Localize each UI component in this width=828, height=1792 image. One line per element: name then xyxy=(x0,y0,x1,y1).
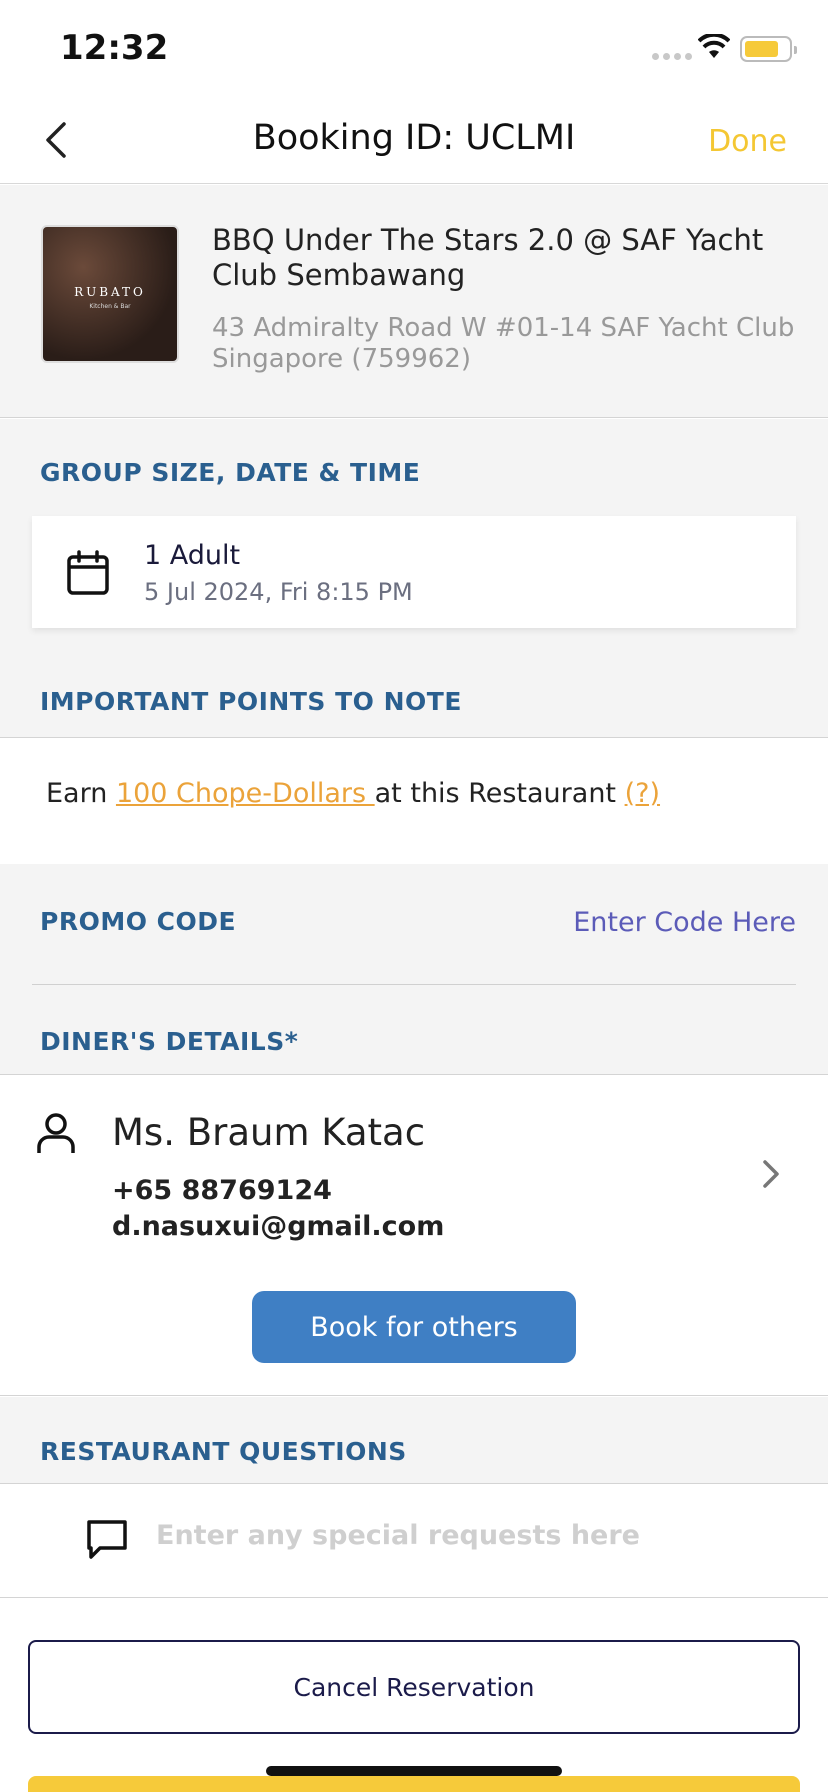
questions-heading: RESTAURANT QUESTIONS xyxy=(40,1437,407,1466)
diner-heading: DINER'S DETAILS* xyxy=(40,1027,299,1056)
earn-suffix: at this Restaurant xyxy=(374,778,625,809)
chat-bubble-icon xyxy=(86,1518,128,1565)
diner-phone: +65 88769124 xyxy=(112,1175,332,1206)
notes-heading: IMPORTANT POINTS TO NOTE xyxy=(40,687,462,716)
restaurant-name: BBQ Under The Stars 2.0 @ SAF Yacht Club… xyxy=(212,223,764,292)
guest-count: 1 Adult xyxy=(144,540,241,571)
group-heading: GROUP SIZE, DATE & TIME xyxy=(40,458,421,487)
page-title: Booking ID: UCLMI xyxy=(252,118,576,158)
help-link[interactable]: (?) xyxy=(625,778,660,809)
points-note-row: Earn 100 Chope-Dollars at this Restauran… xyxy=(0,737,828,864)
cellular-signal-icon xyxy=(652,53,692,60)
diner-name: Ms. Braum Katac xyxy=(112,1111,426,1154)
restaurant-thumbnail: RUBATO Kitchen & Bar xyxy=(41,225,179,363)
promo-divider xyxy=(32,984,796,985)
diner-details[interactable]: Ms. Braum Katac +65 88769124 d.nasuxui@g… xyxy=(0,1074,828,1396)
restaurant-logo-sub: Kitchen & Bar xyxy=(89,303,131,310)
status-bar: 12:32 xyxy=(0,0,828,96)
cancel-reservation-button[interactable]: Cancel Reservation xyxy=(28,1640,800,1734)
nav-bar: Booking ID: UCLMI Done xyxy=(0,96,828,184)
booking-datetime: 5 Jul 2024, Fri 8:15 PM xyxy=(144,578,413,606)
special-request-input[interactable] xyxy=(156,1520,776,1551)
restaurant-logo: RUBATO xyxy=(74,285,146,299)
special-request-row xyxy=(0,1483,828,1598)
restaurant-header: RUBATO Kitchen & Bar BBQ Under The Stars… xyxy=(0,185,828,418)
date-time-card[interactable]: 1 Adult 5 Jul 2024, Fri 8:15 PM xyxy=(32,516,796,628)
earn-text: Earn 100 Chope-Dollars at this Restauran… xyxy=(46,778,660,809)
status-time: 12:32 xyxy=(60,28,169,68)
chope-dollars-link[interactable]: 100 Chope-Dollars xyxy=(116,778,375,809)
primary-action-button[interactable] xyxy=(28,1776,800,1792)
restaurant-address: 43 Admiralty Road W #01-14 SAF Yacht Clu… xyxy=(212,313,795,374)
done-button[interactable]: Done xyxy=(708,124,787,159)
person-icon xyxy=(36,1111,76,1160)
promo-code-input[interactable]: Enter Code Here xyxy=(573,907,796,938)
promo-heading: PROMO CODE xyxy=(40,907,237,936)
diner-email: d.nasuxui@gmail.com xyxy=(112,1211,445,1242)
calendar-icon xyxy=(66,550,110,601)
battery-icon xyxy=(740,36,797,62)
chevron-right-icon[interactable] xyxy=(762,1159,780,1194)
home-indicator xyxy=(266,1766,562,1776)
earn-prefix: Earn xyxy=(46,778,116,809)
wifi-icon xyxy=(697,32,731,65)
book-for-others-button[interactable]: Book for others xyxy=(252,1291,576,1363)
